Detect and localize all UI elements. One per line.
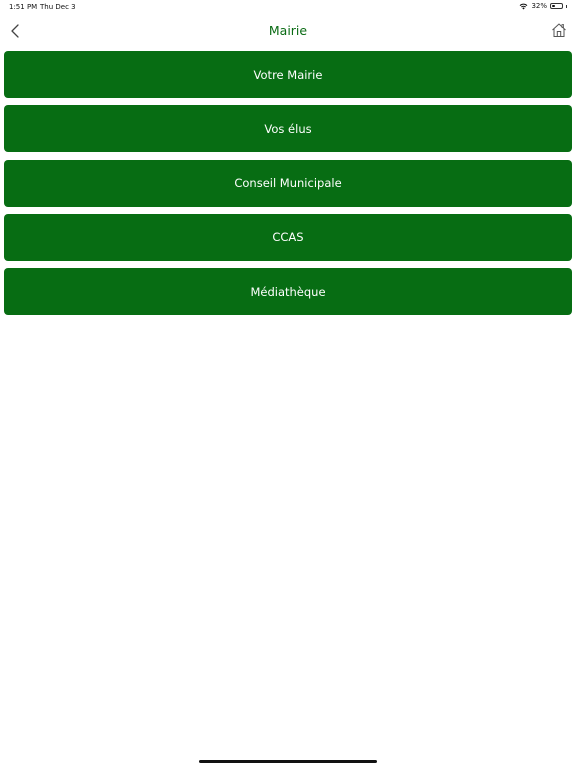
home-indicator[interactable]	[199, 760, 377, 763]
page-title: Mairie	[268, 23, 308, 38]
status-indicators: 32%	[519, 2, 567, 10]
status-date: Thu Dec 3	[40, 3, 76, 11]
battery-level	[552, 5, 555, 7]
battery-tip	[566, 4, 567, 8]
home-icon	[552, 23, 566, 37]
menu-button-votre-mairie[interactable]: Votre Mairie	[4, 51, 572, 98]
app-screen: 1:51 PM Thu Dec 3 32% Mairie Votre Mairi…	[0, 0, 576, 768]
wifi-icon	[520, 3, 528, 9]
menu-button-conseil-municipale[interactable]: Conseil Municipale	[4, 159, 572, 207]
status-time: 1:51 PM	[9, 3, 38, 11]
menu-button-mediatheque[interactable]: Médiathèque	[4, 268, 572, 315]
menu-button-vos-elus[interactable]: Vos élus	[4, 105, 572, 153]
menu-button-ccas[interactable]: CCAS	[4, 213, 572, 261]
navigation-bar: Mairie	[0, 14, 576, 48]
menu-list: Votre Mairie Vos élus Conseil Municipale…	[4, 51, 572, 322]
battery-icon	[550, 3, 563, 9]
status-bar: 1:51 PM Thu Dec 3 32%	[0, 0, 576, 14]
battery-percent: 32%	[531, 2, 547, 10]
home-button[interactable]	[551, 22, 567, 38]
